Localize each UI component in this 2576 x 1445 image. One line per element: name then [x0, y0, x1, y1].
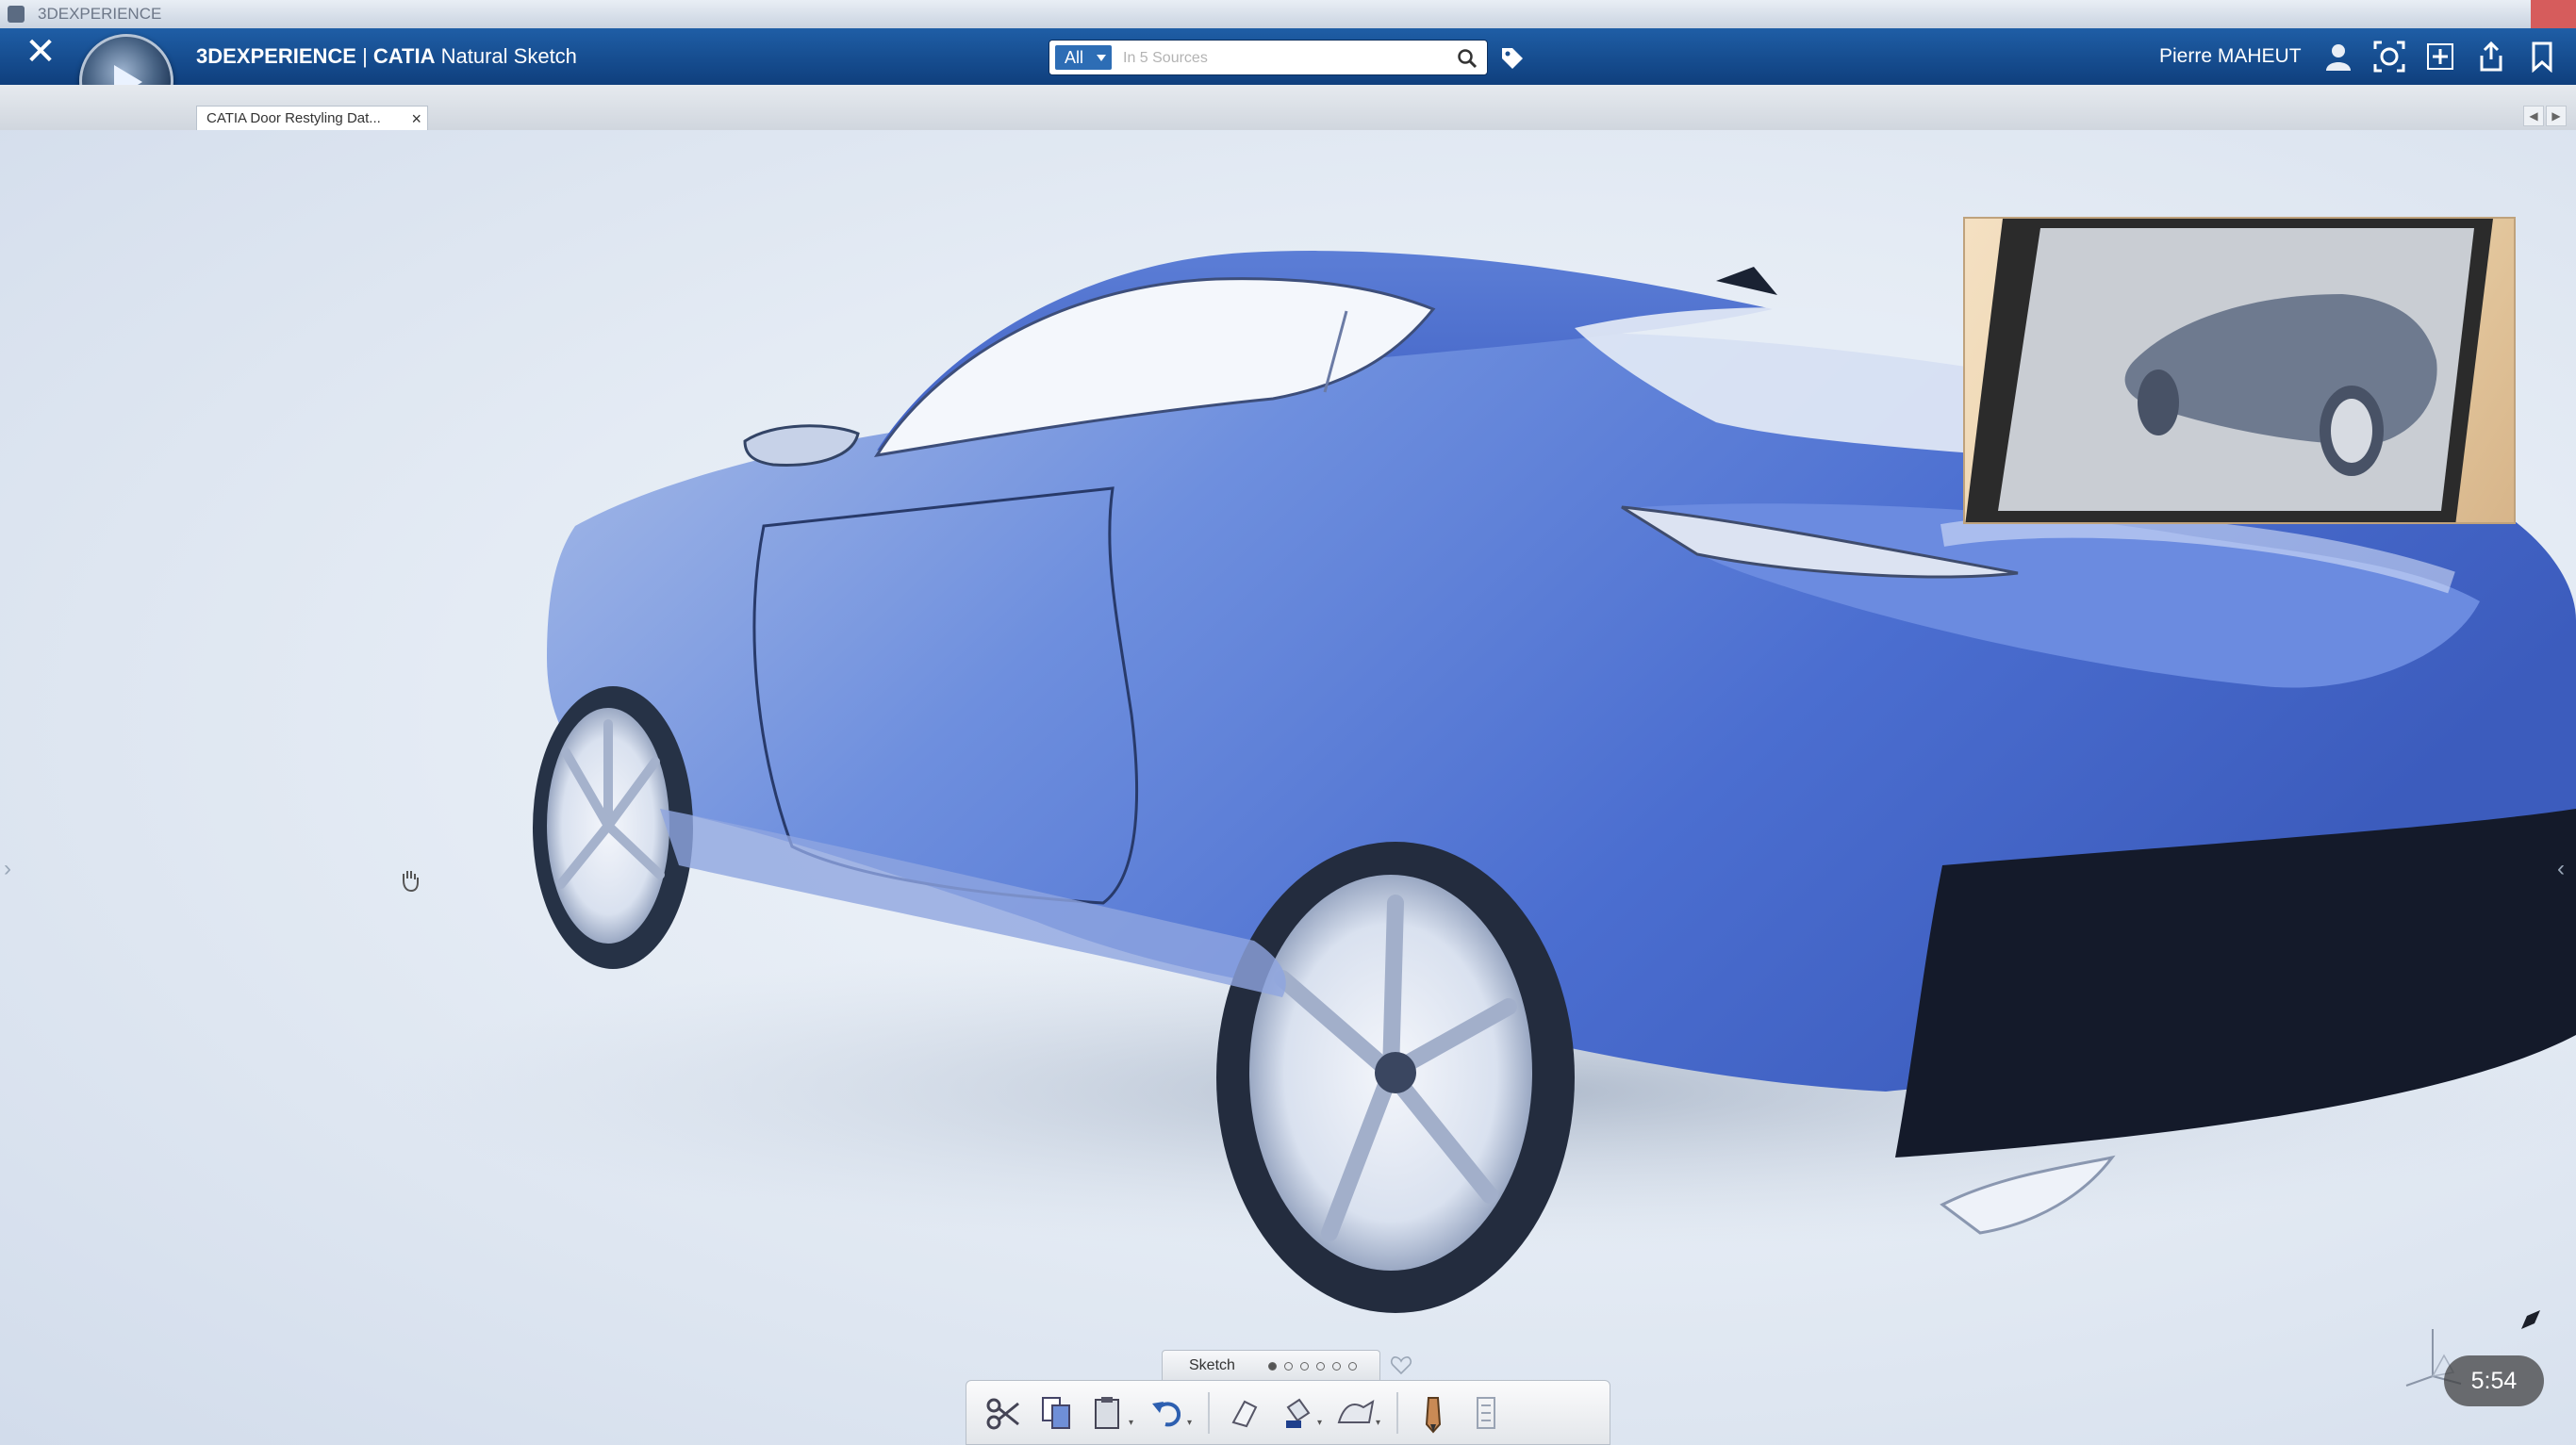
- app-title: 3DEXPERIENCE | CATIA Natural Sketch: [196, 28, 577, 85]
- fill-button[interactable]: [1274, 1389, 1321, 1437]
- help-icon[interactable]: ?: [2572, 36, 2576, 77]
- search-scope-dropdown[interactable]: All: [1055, 45, 1112, 70]
- sketch-dot[interactable]: [1268, 1362, 1277, 1371]
- tab-scroll-right-icon[interactable]: ▶: [2546, 106, 2567, 126]
- user-avatar-icon[interactable]: [2318, 36, 2359, 77]
- layers-icon: [1477, 1396, 1495, 1429]
- scissors-icon: [986, 1398, 1019, 1429]
- os-title-bar: 3DEXPERIENCE: [0, 0, 2576, 28]
- brush-stroke-icon: [1337, 1399, 1375, 1423]
- right-panel-expand-icon[interactable]: ‹: [2557, 856, 2565, 882]
- video-close-icon[interactable]: ✕: [17, 28, 64, 75]
- sketch-dot[interactable]: [1332, 1362, 1341, 1371]
- sketch-layer-panel[interactable]: Sketch: [1162, 1350, 1380, 1382]
- search-box: All: [1049, 40, 1488, 75]
- chevron-down-icon[interactable]: ▾: [1317, 1418, 1327, 1428]
- sketch-dot[interactable]: [1284, 1362, 1293, 1371]
- copy-icon: [1042, 1396, 1070, 1429]
- tablet-image: [1965, 219, 2493, 522]
- screenshot-icon[interactable]: [2369, 36, 2410, 77]
- pencil-button[interactable]: [1410, 1389, 1457, 1437]
- os-window-title: 3DEXPERIENCE: [38, 5, 162, 23]
- toolbar-divider: [1208, 1391, 1210, 1434]
- paste-button[interactable]: [1085, 1389, 1132, 1437]
- title-separator: |: [355, 44, 373, 68]
- tag-icon[interactable]: [1499, 45, 1526, 72]
- tab-close-icon[interactable]: ×: [411, 107, 421, 131]
- bookmark-icon[interactable]: [2521, 36, 2563, 77]
- pen-cursor-icon: [2521, 1310, 2540, 1329]
- tab-scroll-left-icon[interactable]: ◀: [2523, 106, 2544, 126]
- heart-icon[interactable]: [1390, 1354, 1412, 1376]
- chevron-down-icon[interactable]: ▾: [1129, 1418, 1138, 1428]
- app-name-label: Natural Sketch: [440, 44, 577, 68]
- cut-button[interactable]: [980, 1389, 1027, 1437]
- toolbar-divider: [1396, 1391, 1398, 1434]
- search-scope-label: All: [1065, 48, 1084, 67]
- share-icon[interactable]: [2470, 36, 2512, 77]
- camera-feed-inset: [1963, 217, 2516, 524]
- paint-bucket-icon: [1286, 1398, 1311, 1428]
- chevron-down-icon[interactable]: ▾: [1376, 1418, 1385, 1428]
- video-timestamp: 5:54: [2444, 1355, 2544, 1406]
- product-label: CATIA: [372, 44, 436, 68]
- sketch-dot[interactable]: [1300, 1362, 1309, 1371]
- chevron-down-icon[interactable]: ▾: [1187, 1418, 1197, 1428]
- undo-icon: [1152, 1401, 1181, 1426]
- tab-document[interactable]: CATIA Door Restyling Dat... ×: [196, 106, 428, 132]
- chevron-down-icon: [1097, 55, 1106, 61]
- window-close-button[interactable]: [2531, 0, 2576, 28]
- app-icon: [8, 6, 25, 23]
- brush-preset-button[interactable]: [1332, 1389, 1379, 1437]
- eraser-icon: [1231, 1400, 1258, 1427]
- user-name[interactable]: Pierre MAHEUT: [2159, 28, 2302, 85]
- paste-icon: [1095, 1396, 1119, 1429]
- sketch-label: Sketch: [1189, 1357, 1235, 1373]
- minimize-button[interactable]: [2440, 0, 2485, 28]
- 3d-viewport[interactable]: › ‹: [0, 130, 2576, 1445]
- left-panel-expand-icon[interactable]: ›: [4, 856, 11, 882]
- maximize-button[interactable]: [2485, 0, 2531, 28]
- undo-button[interactable]: [1144, 1389, 1191, 1437]
- search-input[interactable]: [1121, 44, 1436, 73]
- search-icon[interactable]: [1457, 48, 1478, 69]
- eraser-button[interactable]: [1221, 1389, 1268, 1437]
- layer-panel-button[interactable]: [1462, 1389, 1510, 1437]
- add-icon[interactable]: [2419, 36, 2461, 77]
- copy-button[interactable]: [1032, 1389, 1080, 1437]
- action-toolbar: ▾ ▾ ▾ ▾: [966, 1380, 1610, 1445]
- sketch-dot[interactable]: [1316, 1362, 1325, 1371]
- window-controls: [2440, 0, 2576, 28]
- pan-hand-icon: [403, 871, 419, 893]
- tab-label: CATIA Door Restyling Dat...: [206, 110, 381, 126]
- sketch-dot[interactable]: [1348, 1362, 1357, 1371]
- brand-label: 3DEXPERIENCE: [196, 44, 356, 68]
- pencil-icon: [1425, 1396, 1442, 1434]
- sketch-layer-dots[interactable]: [1268, 1362, 1357, 1371]
- top-right-toolbar: ?: [2318, 36, 2576, 77]
